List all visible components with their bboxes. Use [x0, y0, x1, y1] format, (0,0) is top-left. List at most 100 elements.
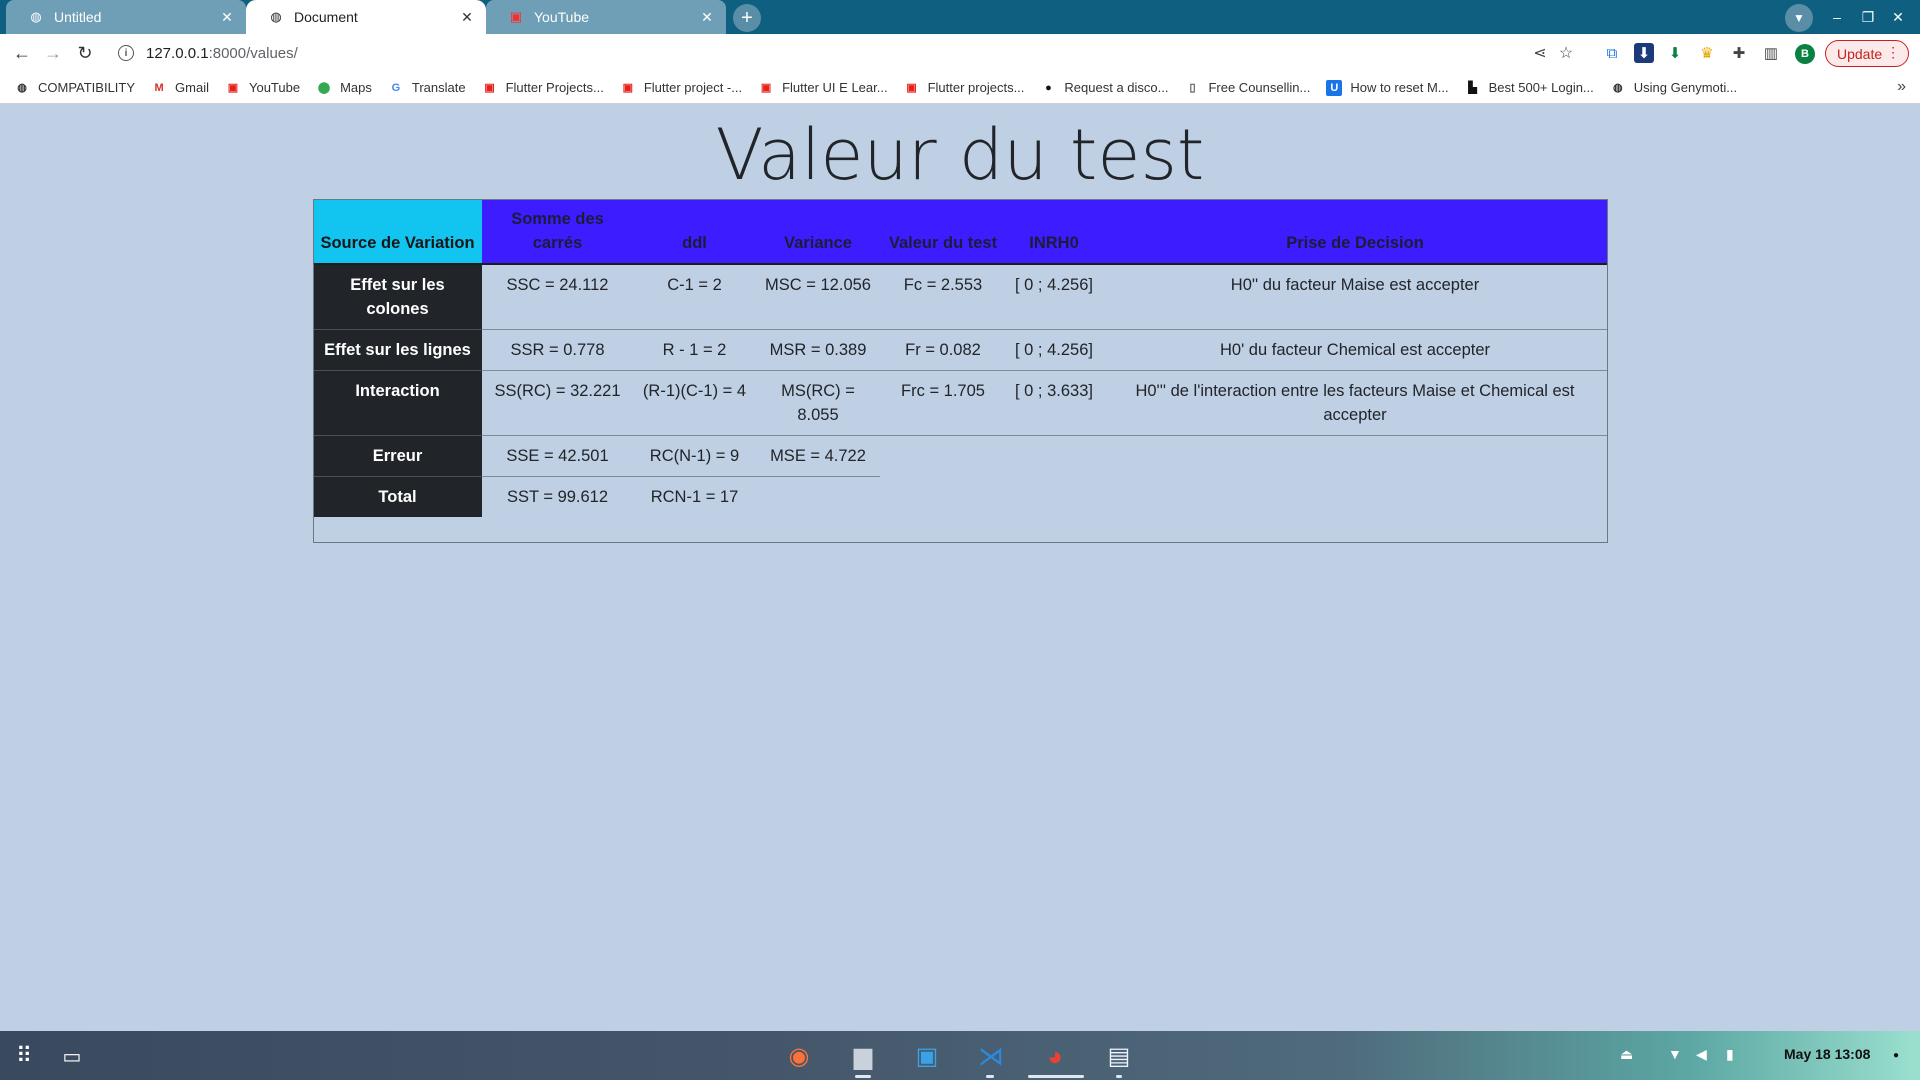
- anova-table: Source de Variation Somme des carrés ddl…: [313, 199, 1608, 517]
- close-icon[interactable]: ✕: [218, 8, 236, 26]
- tab-youtube[interactable]: ▣ YouTube ✕: [486, 0, 726, 34]
- cell-ddl: RCN-1 = 17: [650, 488, 739, 506]
- globe-icon: ◍: [270, 9, 282, 24]
- maps-icon: ⬤: [317, 82, 331, 94]
- cell-ddl: (R-1)(C-1) = 4: [633, 370, 756, 436]
- tab-strip: ◍ Untitled ✕ ◍ Document ✕ ▣ YouTube ✕ + …: [0, 0, 1920, 34]
- bookmark-gmail[interactable]: M Gmail: [151, 80, 209, 96]
- tab-untitled[interactable]: ◍ Untitled ✕: [6, 0, 246, 34]
- globe-icon: ◍: [30, 9, 42, 24]
- clock[interactable]: May 18 13:08: [1784, 1046, 1870, 1062]
- extension-translate-icon[interactable]: ⧉: [1602, 43, 1622, 63]
- firefox-icon[interactable]: ◉: [784, 1041, 814, 1071]
- bookmark-best-500[interactable]: ▙ Best 500+ Login...: [1465, 80, 1593, 96]
- tab-document[interactable]: ◍ Document ✕: [246, 0, 486, 34]
- chrome-icon[interactable]: ◕: [1040, 1041, 1070, 1071]
- youtube-icon: ▣: [760, 82, 772, 94]
- youtube-icon: ▣: [906, 82, 917, 94]
- youtube-icon: ▣: [227, 82, 239, 94]
- table-row: Effet sur les colones SSC = 24.112 C-1 =…: [313, 264, 1608, 330]
- bookmark-star-icon[interactable]: ☆: [1554, 38, 1578, 68]
- chevron-right-icon[interactable]: »: [1897, 78, 1906, 96]
- table-row: Erreur SSE = 42.501 RC(N-1) = 9 MSE = 4.…: [313, 435, 1608, 477]
- eject-icon[interactable]: ⏏: [1620, 1046, 1633, 1063]
- cell-empty: [880, 436, 1006, 477]
- menu-dots-icon[interactable]: ⋮: [1886, 44, 1900, 61]
- youtube-icon: ▣: [484, 82, 495, 94]
- back-button[interactable]: ←: [8, 39, 36, 67]
- reload-button[interactable]: ↻: [71, 39, 99, 67]
- bookmark-maps[interactable]: ⬤ Maps: [316, 80, 372, 96]
- cell-somme: SSC = 24.112: [482, 264, 633, 330]
- lock-icon: ▙: [1468, 82, 1477, 94]
- page-title: Valeur du test: [715, 114, 1205, 196]
- tab-search-button[interactable]: ▼: [1785, 4, 1813, 32]
- profile-avatar[interactable]: B: [1795, 44, 1815, 64]
- row-label: Effet sur les colones: [313, 264, 482, 330]
- battery-icon[interactable]: ▮: [1726, 1046, 1734, 1063]
- cell-valeur: Frc = 1.705: [880, 370, 1006, 436]
- bookmark-flutter-projects[interactable]: ▣ Flutter Projects...: [482, 80, 603, 96]
- cell-ddl: R - 1 = 2: [633, 329, 756, 371]
- cell-decision: H0' du facteur Chemical est accepter: [1102, 329, 1608, 371]
- update-button[interactable]: Update ⋮: [1825, 40, 1910, 67]
- extension-download-icon[interactable]: ⬇: [1634, 43, 1654, 63]
- cell-somme: SSR = 0.778: [482, 329, 633, 371]
- row-label: Effet sur les lignes: [313, 329, 482, 371]
- side-panel-icon[interactable]: ▥: [1761, 43, 1781, 63]
- new-tab-button[interactable]: +: [733, 4, 761, 32]
- bookmark-using-genymotion[interactable]: ◍ Using Genymoti...: [1610, 80, 1737, 96]
- browser-toolbar: ← → ↻ i 127.0.0.1:8000/values/ ⋖ ☆ ⧉ ⬇ ⬇…: [0, 34, 1920, 72]
- cell-ddl: C-1 = 2: [633, 264, 756, 330]
- cell-decision: H0''' de l'interaction entre les facteur…: [1102, 370, 1608, 436]
- running-indicator-active: [1028, 1075, 1084, 1078]
- window-close-button[interactable]: ✕: [1886, 5, 1910, 29]
- header-variance: Variance: [756, 199, 880, 264]
- files-icon[interactable]: ▆: [848, 1041, 878, 1071]
- header-somme: Somme des carrés: [482, 199, 633, 264]
- vscode-icon[interactable]: ⋊: [976, 1041, 1006, 1071]
- cell-inrho: [ 0 ; 3.633]: [1006, 370, 1102, 436]
- extension-arrow-icon[interactable]: ⬇: [1665, 43, 1685, 63]
- cell-inrho: [ 0 ; 4.256]: [1006, 264, 1102, 330]
- volume-icon[interactable]: ◀: [1696, 1046, 1707, 1063]
- bookmark-flutter-projects-2[interactable]: ▣ Flutter projects...: [904, 80, 1024, 96]
- globe-icon: ◍: [1612, 82, 1623, 94]
- cell-valeur: Fr = 0.082: [880, 329, 1006, 371]
- docs-icon[interactable]: ▤: [1104, 1041, 1134, 1071]
- bookmark-compatibility[interactable]: ◍ COMPATIBILITY: [14, 80, 135, 96]
- cell-ddl: RC(N-1) = 9: [633, 435, 756, 477]
- cell-variance: MSR = 0.389: [756, 329, 880, 371]
- bookmark-how-to-reset[interactable]: U How to reset M...: [1326, 79, 1449, 96]
- minimize-button[interactable]: –: [1825, 5, 1849, 29]
- tab-label: Document: [294, 9, 358, 25]
- window-overview-icon[interactable]: ▭: [57, 1041, 87, 1071]
- address-bar[interactable]: i 127.0.0.1:8000/values/ ⋖ ☆: [108, 38, 1578, 68]
- header-decision: Prise de Decision: [1102, 199, 1608, 264]
- bookmark-flutter-ui[interactable]: ▣ Flutter UI E Lear...: [758, 80, 888, 96]
- cell-empty: [1102, 436, 1608, 477]
- gmail-icon: M: [154, 81, 164, 94]
- bookmark-translate[interactable]: G Translate: [388, 80, 466, 96]
- wifi-icon[interactable]: ▼: [1668, 1046, 1682, 1062]
- maximize-button[interactable]: ❐: [1856, 5, 1880, 29]
- share-icon[interactable]: ⋖: [1528, 38, 1552, 68]
- extension-badge-icon[interactable]: ♛: [1697, 43, 1717, 63]
- close-icon[interactable]: ✕: [698, 8, 716, 26]
- launcher-grid-icon[interactable]: ⠿: [9, 1041, 39, 1071]
- bookmark-free-counselling[interactable]: ▯ Free Counsellin...: [1184, 80, 1310, 96]
- info-icon[interactable]: i: [118, 45, 134, 61]
- tab-label: Untitled: [54, 9, 102, 25]
- bookmark-youtube[interactable]: ▣ YouTube: [225, 80, 300, 96]
- globe-icon: ◍: [17, 82, 27, 94]
- bookmark-request-disco[interactable]: ● Request a disco...: [1040, 80, 1168, 96]
- status-dot-icon: ●: [1893, 1050, 1900, 1061]
- table-row: Total SST = 99.612 RCN-1 = 17: [313, 476, 1608, 517]
- close-icon[interactable]: ✕: [458, 8, 476, 26]
- extensions-puzzle-icon[interactable]: ✚: [1729, 43, 1749, 63]
- store-icon[interactable]: ▣: [912, 1041, 942, 1071]
- bookmark-flutter-project[interactable]: ▣ Flutter project -...: [620, 80, 742, 96]
- forward-button[interactable]: →: [39, 39, 67, 67]
- cell-somme: SS(RC) = 32.221: [482, 370, 633, 436]
- cell-variance: MS(RC) = 8.055: [756, 370, 880, 436]
